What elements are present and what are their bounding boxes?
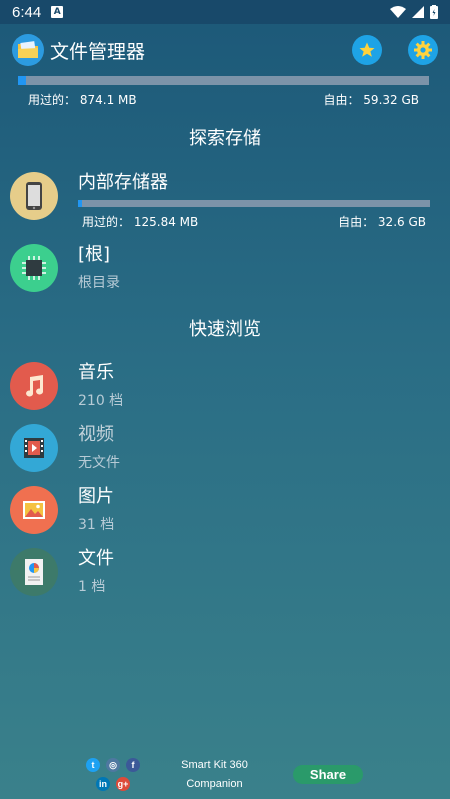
favorites-button[interactable] [352, 35, 382, 65]
signal-icon [412, 6, 424, 18]
linkedin-icon[interactable]: in [96, 777, 110, 791]
total-storage: 用过的： 874.1 MB 自由： 59.32 GB [18, 76, 429, 108]
settings-button[interactable] [408, 35, 438, 65]
quick-item-documents[interactable]: 文件 1 档 [10, 548, 440, 596]
folder-icon [12, 34, 44, 66]
phone-icon [10, 172, 58, 220]
storage-title: 内部存储器 [78, 172, 168, 193]
root-subtitle: 根目录 [78, 275, 120, 291]
social-links: t ◎ f in g+ [84, 756, 144, 796]
app-header: 文件管理器 [0, 28, 450, 72]
gear-icon [414, 41, 432, 59]
status-icons [390, 5, 438, 19]
chip-icon [10, 244, 58, 292]
internal-storage-bar [78, 200, 430, 207]
quick-subtitle: 31 档 [78, 517, 115, 533]
quick-subtitle: 210 档 [78, 393, 124, 409]
companion-line2: Companion [186, 778, 243, 790]
status-bar: 6:44 A [0, 0, 450, 24]
internal-free: 自由： 32.6 GB [338, 215, 426, 229]
storage-item-root[interactable]: [根] 根目录 [10, 244, 440, 292]
video-icon [10, 424, 58, 472]
quick-item-images[interactable]: 图片 31 档 [10, 486, 440, 534]
companion-text: Smart Kit 360 Companion [172, 756, 257, 794]
quick-title: 音乐 [78, 362, 114, 383]
internal-storage-fill [78, 200, 83, 207]
quick-title: 文件 [78, 548, 114, 569]
total-storage-bar [18, 76, 429, 85]
status-time: 6:44 [12, 3, 42, 21]
notification-icon: A [51, 6, 64, 18]
quick-title: 视频 [78, 424, 114, 445]
battery-icon [430, 5, 438, 19]
section-title-quick: 快速浏览 [189, 319, 261, 340]
twitter-icon[interactable]: t [86, 758, 100, 772]
root-title: [根] [78, 244, 111, 265]
share-button[interactable]: Share [293, 765, 363, 784]
wifi-icon [390, 6, 406, 18]
document-icon [10, 548, 58, 596]
image-icon [10, 486, 58, 534]
companion-line1: Smart Kit 360 [181, 759, 248, 771]
quick-item-video[interactable]: 视频 无文件 [10, 424, 440, 472]
quick-title: 图片 [78, 486, 114, 507]
storage-item-internal[interactable]: 内部存储器 用过的： 125.84 MB 自由： 32.6 GB [10, 172, 440, 230]
facebook-icon[interactable]: f [126, 758, 140, 772]
instagram-icon[interactable]: ◎ [106, 758, 120, 772]
total-used: 用过的： 874.1 MB [28, 93, 137, 107]
google-plus-icon[interactable]: g+ [116, 777, 130, 791]
footer: t ◎ f in g+ Smart Kit 360 Companion [0, 740, 450, 799]
music-icon [10, 362, 58, 410]
internal-used: 用过的： 125.84 MB [82, 215, 199, 229]
quick-subtitle: 无文件 [78, 455, 120, 471]
section-title-explore: 探索存储 [189, 128, 261, 149]
total-storage-fill [18, 76, 27, 85]
quick-subtitle: 1 档 [78, 579, 106, 595]
quick-item-music[interactable]: 音乐 210 档 [10, 362, 440, 410]
total-free: 自由： 59.32 GB [323, 93, 419, 107]
star-icon [359, 42, 375, 57]
page-title: 文件管理器 [50, 40, 146, 63]
